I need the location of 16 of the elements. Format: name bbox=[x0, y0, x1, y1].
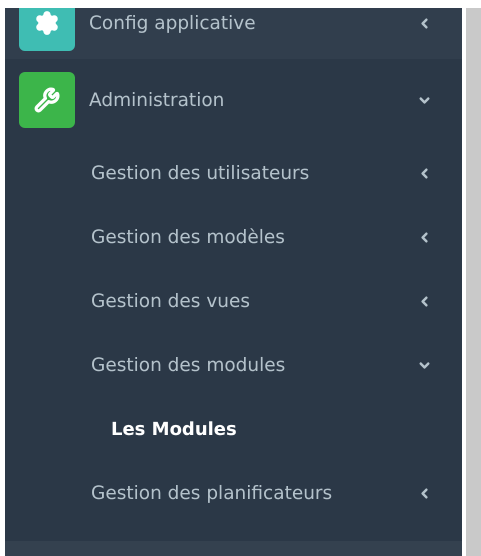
menu-item[interactable]: Les Modules bbox=[5, 397, 462, 461]
menu-item[interactable]: Gestion des modèles bbox=[5, 205, 462, 269]
menu-label[interactable]: Gestion des vues bbox=[91, 290, 250, 312]
menu-label[interactable]: Gestion des modules bbox=[91, 354, 286, 376]
menu-item[interactable]: Gestion des modules bbox=[5, 333, 462, 397]
menu-item[interactable]: Gestion des utilisateurs bbox=[5, 141, 462, 205]
menu-item[interactable]: Gestion des planificateurs bbox=[5, 461, 462, 525]
menu-label[interactable]: Administration bbox=[89, 90, 224, 110]
menu-label[interactable]: Gestion des planificateurs bbox=[91, 482, 332, 504]
menu-label[interactable]: Les Modules bbox=[111, 418, 237, 440]
menu-item[interactable]: Administration bbox=[5, 59, 462, 141]
menu-item[interactable]: Gestion des vues bbox=[5, 269, 462, 333]
menu-label[interactable]: Config applicative bbox=[89, 12, 256, 34]
menu-label[interactable]: Gestion des modèles bbox=[91, 226, 285, 248]
menu-label[interactable]: Gestion des utilisateurs bbox=[91, 162, 310, 184]
menu-item[interactable]: Config applicative bbox=[5, 8, 462, 59]
